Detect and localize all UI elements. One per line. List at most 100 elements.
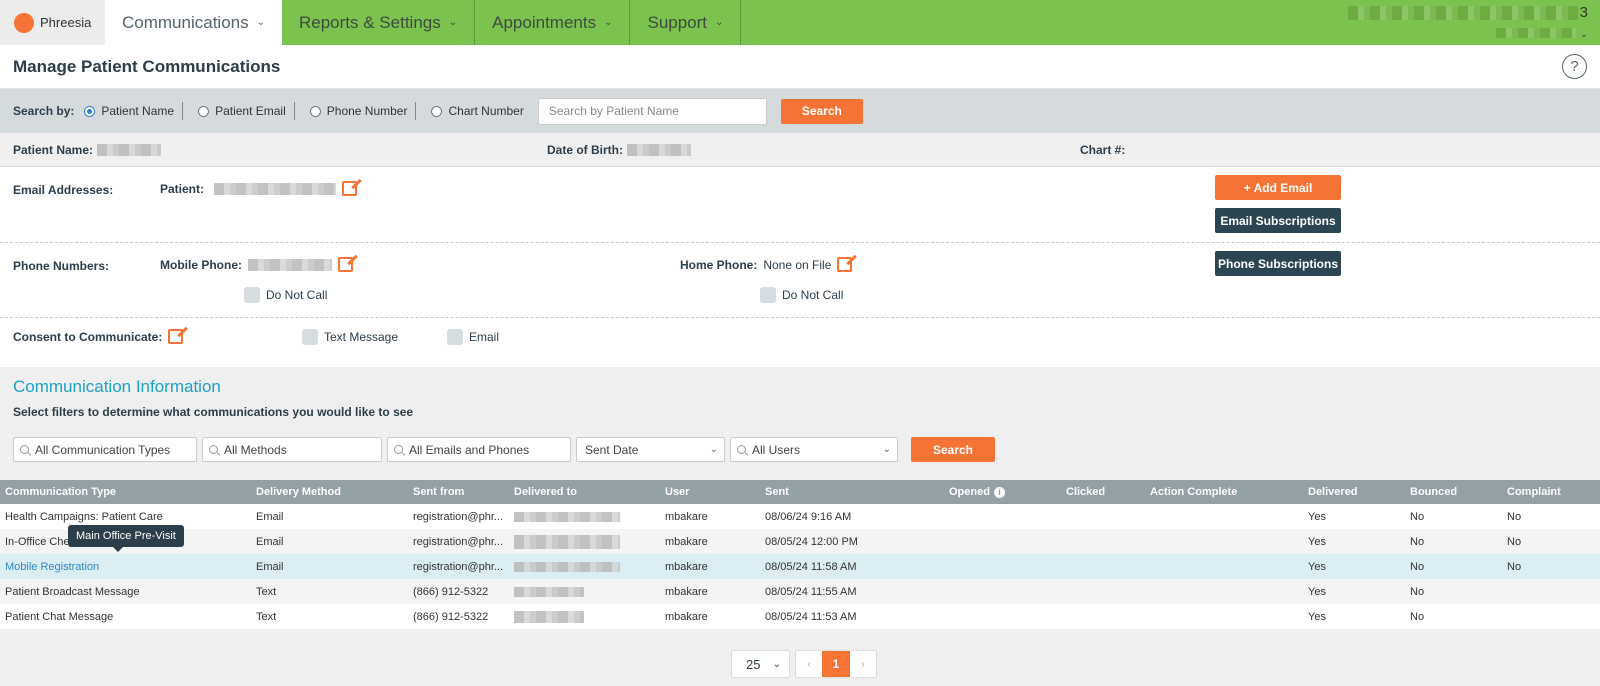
table-row[interactable]: Patient Chat Message Text (866) 912-5322… <box>0 604 1600 629</box>
filter-sent-date[interactable]: Sent Date ⌄ <box>576 437 725 462</box>
radio-button[interactable] <box>198 105 210 117</box>
radio-patient-email[interactable]: Patient Email <box>198 104 286 118</box>
checkbox-label: Do Not Call <box>782 288 844 302</box>
cell-bounced: No <box>1410 535 1425 548</box>
edit-email-icon[interactable] <box>342 181 358 196</box>
cell-user: mbakare <box>665 585 708 598</box>
prev-page-button[interactable]: ‹ <box>796 651 822 677</box>
col-delivery-method[interactable]: Delivery Method <box>256 480 341 504</box>
redacted-recipient <box>514 511 620 522</box>
help-icon[interactable]: ? <box>1562 54 1587 79</box>
communication-search-button[interactable]: Search <box>911 437 995 462</box>
filter-methods[interactable]: All Methods <box>202 437 382 462</box>
filter-value: All Emails and Phones <box>409 442 530 457</box>
consent-label: Consent to Communicate: <box>13 329 163 344</box>
checkbox[interactable] <box>302 329 318 345</box>
search-icon <box>209 445 218 454</box>
col-sent[interactable]: Sent <box>765 480 789 504</box>
edit-consent-icon[interactable] <box>168 329 184 344</box>
chevron-down-icon: ⌄ <box>1579 29 1588 40</box>
col-complaint[interactable]: Complaint <box>1507 480 1561 504</box>
table-row[interactable]: Patient Broadcast Message Text (866) 912… <box>0 579 1600 604</box>
radio-chart-number[interactable]: Chart Number <box>431 104 524 118</box>
filter-users[interactable]: All Users ⌄ <box>730 437 898 462</box>
nav-reports-settings[interactable]: Reports & Settings ⌄ <box>282 0 476 45</box>
consent-text-message-checkbox[interactable]: Text Message <box>302 329 398 345</box>
col-bounced[interactable]: Bounced <box>1410 480 1457 504</box>
table-row-highlighted[interactable]: Mobile Registration Email registration@p… <box>0 554 1600 579</box>
cell-delivered-to <box>514 504 620 529</box>
cell-bounced: No <box>1410 560 1425 573</box>
cell-from: registration@phr... <box>413 535 504 548</box>
redacted-patient-email <box>214 182 337 195</box>
mobile-do-not-call-checkbox[interactable]: Do Not Call <box>244 287 327 303</box>
cell-from: (866) 912-5322 <box>413 610 489 623</box>
phone-subscriptions-button[interactable]: Phone Subscriptions <box>1215 251 1341 276</box>
col-communication-type[interactable]: Communication Type <box>5 480 116 504</box>
patient-search-button[interactable]: Search <box>780 98 863 124</box>
col-delivered[interactable]: Delivered <box>1308 480 1358 504</box>
page-buttons: ‹ 1 › <box>795 650 877 678</box>
cell-bounced: No <box>1410 510 1425 523</box>
page-1-button[interactable]: 1 <box>822 651 850 677</box>
cell-complaint: No <box>1507 560 1522 573</box>
cell-method: Email <box>256 560 284 573</box>
checkbox[interactable] <box>760 287 776 303</box>
filter-value: All Communication Types <box>35 442 171 457</box>
col-opened[interactable]: Opened i <box>949 480 1005 504</box>
cell-delivered-to <box>514 529 620 554</box>
edit-home-phone-icon[interactable] <box>837 257 853 272</box>
consent-email-checkbox[interactable]: Email <box>447 329 499 345</box>
cell-complaint: No <box>1507 510 1522 523</box>
filter-emails-phones[interactable]: All Emails and Phones <box>387 437 571 462</box>
cell-method: Email <box>256 535 284 548</box>
col-action-complete[interactable]: Action Complete <box>1150 480 1237 504</box>
page-title: Manage Patient Communications <box>13 56 281 76</box>
cell-user: mbakare <box>665 610 708 623</box>
radio-patient-name[interactable]: Patient Name <box>84 104 174 118</box>
col-clicked[interactable]: Clicked <box>1066 480 1105 504</box>
info-icon[interactable]: i <box>993 486 1005 498</box>
add-email-button[interactable]: + Add Email <box>1215 175 1341 200</box>
radio-label: Phone Number <box>326 104 408 118</box>
nav-support[interactable]: Support ⌄ <box>630 0 742 45</box>
table-row[interactable]: In-Office Check-In Email registration@ph… <box>0 529 1600 554</box>
redacted-dob <box>627 144 691 156</box>
filter-communication-types[interactable]: All Communication Types <box>13 437 197 462</box>
nav-appointments[interactable]: Appointments ⌄ <box>475 0 631 45</box>
edit-mobile-phone-icon[interactable] <box>338 257 353 272</box>
col-user[interactable]: User <box>665 480 689 504</box>
phreesia-logo-icon <box>14 12 34 33</box>
cell-complaint: No <box>1507 535 1522 548</box>
title-bar: Manage Patient Communications ? <box>0 45 1600 89</box>
radio-button[interactable] <box>84 105 96 117</box>
communication-info-description: Select filters to determine what communi… <box>13 405 414 419</box>
mobile-phone-label: Mobile Phone: <box>160 257 242 272</box>
radio-phone-number[interactable]: Phone Number <box>309 104 408 118</box>
patient-search-input[interactable]: Search by Patient Name <box>537 97 767 125</box>
checkbox[interactable] <box>447 329 463 345</box>
email-subscriptions-button[interactable]: Email Subscriptions <box>1215 208 1341 233</box>
radio-button[interactable] <box>309 105 321 117</box>
page-size-select[interactable]: 25 ⌄ <box>731 650 790 678</box>
chevron-down-icon: ⌄ <box>709 444 718 455</box>
patient-summary-bar: Patient Name: Date of Birth: Chart #: <box>0 133 1600 167</box>
table-row[interactable]: Health Campaigns: Patient Care Email reg… <box>0 504 1600 529</box>
brand-logo[interactable]: Phreesia <box>0 0 105 45</box>
cell-type-link[interactable]: Mobile Registration <box>5 554 99 579</box>
cell-from: registration@phr... <box>413 510 504 523</box>
filter-value: Sent Date <box>585 442 639 457</box>
checkbox[interactable] <box>244 287 260 303</box>
user-menu[interactable]: 3 ⌄ <box>1347 4 1588 42</box>
page-size-value: 25 <box>746 656 761 672</box>
checkbox-label: Text Message <box>324 330 399 344</box>
communication-filters: All Communication Types All Methods All … <box>13 437 995 462</box>
col-delivered-to[interactable]: Delivered to <box>514 480 577 504</box>
radio-button[interactable] <box>431 105 443 117</box>
chevron-down-icon: ⌄ <box>882 444 891 455</box>
nav-communications[interactable]: Communications ⌄ <box>105 0 282 45</box>
redacted-patient-name <box>97 144 162 156</box>
next-page-button[interactable]: › <box>850 651 876 677</box>
home-do-not-call-checkbox[interactable]: Do Not Call <box>760 287 843 303</box>
col-sent-from[interactable]: Sent from <box>413 480 464 504</box>
